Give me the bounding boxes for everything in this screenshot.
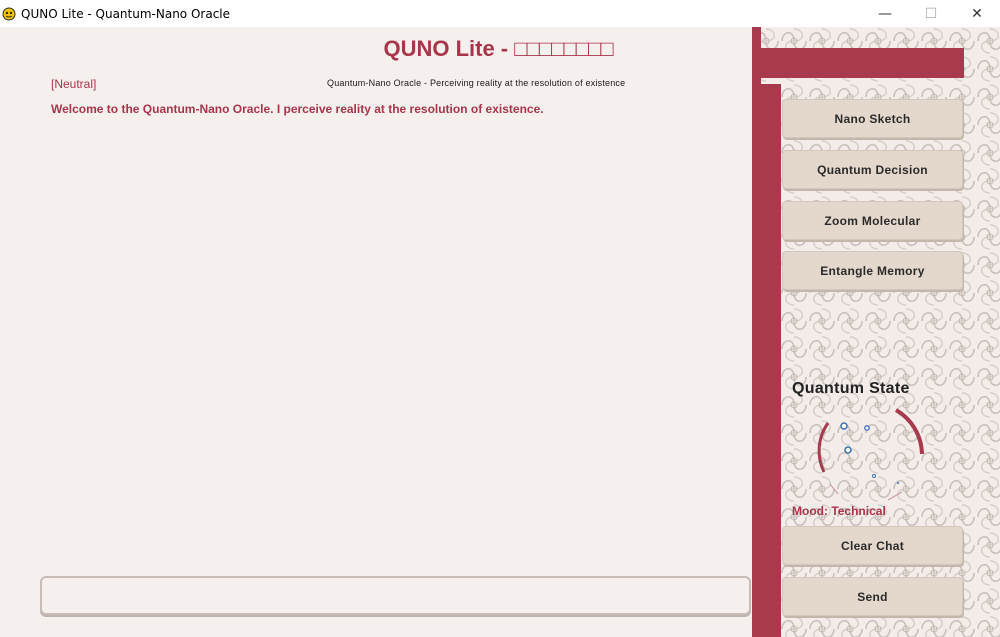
close-button[interactable]: ✕ bbox=[954, 0, 1000, 27]
neutral-mood-tag: [Neutral] bbox=[51, 77, 97, 91]
window-title: QUNO Lite - Quantum-Nano Oracle bbox=[21, 6, 231, 21]
quantum-particle bbox=[864, 425, 870, 431]
quantum-particle bbox=[844, 446, 852, 454]
quantum-state-title: Quantum State bbox=[792, 380, 910, 397]
quantum-particle bbox=[872, 474, 876, 478]
entangle-memory-button[interactable]: Entangle Memory bbox=[782, 251, 963, 290]
sidebar-header-bar bbox=[761, 48, 964, 78]
minimize-button[interactable]: — bbox=[862, 0, 908, 27]
quantum-arc-bottom bbox=[829, 483, 839, 495]
mood-label: Mood: Technical bbox=[792, 504, 886, 518]
sidebar-divider bbox=[752, 27, 761, 637]
app-title-text: QUNO Lite - bbox=[383, 36, 515, 61]
chat-input[interactable] bbox=[40, 576, 751, 615]
clear-chat-button[interactable]: Clear Chat bbox=[782, 526, 963, 565]
app-title-missing-glyphs: □□□□□□□□ bbox=[514, 36, 613, 61]
quantum-decision-button[interactable]: Quantum Decision bbox=[782, 150, 963, 189]
quantum-arc-bottom-right bbox=[887, 491, 903, 501]
window-controls: — ☐ ✕ bbox=[862, 0, 1000, 27]
chat-message: Welcome to the Quantum-Nano Oracle. I pe… bbox=[51, 102, 544, 116]
nano-sketch-button[interactable]: Nano Sketch bbox=[782, 99, 963, 138]
send-button[interactable]: Send bbox=[782, 577, 963, 616]
quantum-particle bbox=[840, 422, 848, 430]
window-titlebar: QUNO Lite - Quantum-Nano Oracle — ☐ ✕ bbox=[0, 0, 1000, 27]
quantum-state-visualization bbox=[817, 408, 924, 501]
app-subtitle: Quantum-Nano Oracle - Perceiving reality… bbox=[327, 78, 626, 88]
maximize-button[interactable]: ☐ bbox=[908, 0, 954, 27]
quantum-arc-left bbox=[817, 422, 830, 473]
sidebar-accent-bar bbox=[761, 84, 781, 637]
app-icon bbox=[2, 7, 16, 20]
quantum-arc-right bbox=[894, 408, 924, 455]
quantum-particle bbox=[897, 482, 899, 484]
zoom-molecular-button[interactable]: Zoom Molecular bbox=[782, 201, 963, 240]
